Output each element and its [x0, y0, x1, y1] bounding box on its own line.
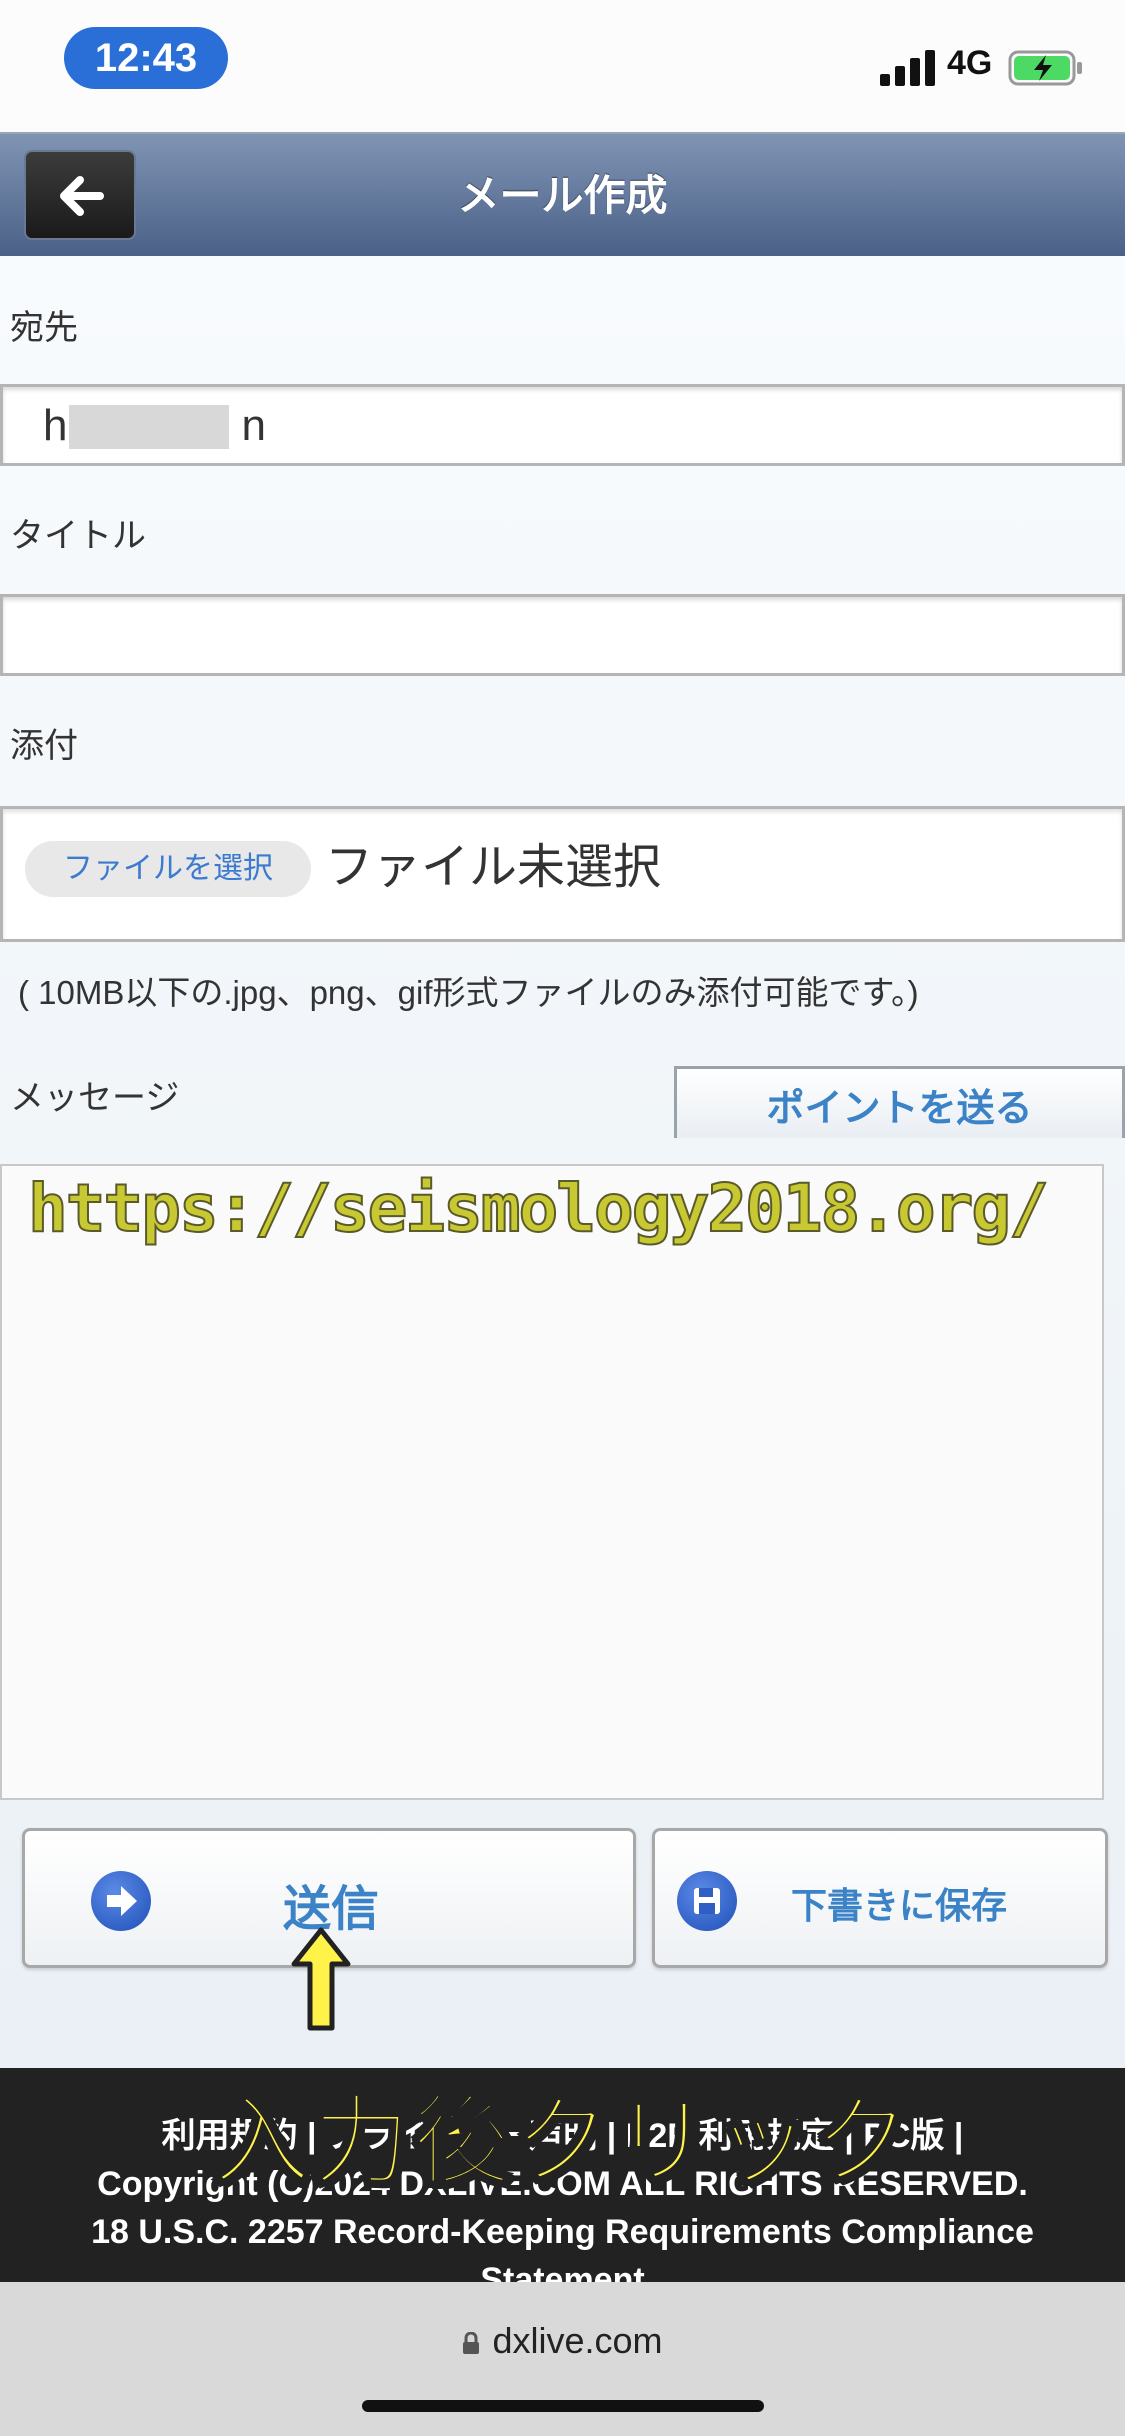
send-points-button[interactable]: ポイントを送る — [674, 1066, 1125, 1138]
signal-icon — [880, 50, 936, 86]
title-input[interactable] — [0, 594, 1125, 676]
home-indicator[interactable] — [362, 2400, 764, 2412]
lock-icon — [463, 2332, 480, 2355]
to-label: 宛先 — [10, 309, 78, 347]
save-draft-button[interactable]: 下書きに保存 — [652, 1828, 1108, 1968]
battery-charging-icon — [1008, 50, 1082, 86]
file-picker: ファイルを選択 ファイル未選択 — [0, 806, 1125, 942]
arrow-right-circle-icon — [91, 1871, 151, 1931]
url-display[interactable]: dxlive.com — [0, 2320, 1125, 2362]
message-label: メッセージ — [10, 1079, 180, 1117]
footer-compliance[interactable]: 18 U.S.C. 2257 Record-Keeping Requiremen… — [0, 2208, 1125, 2256]
status-bar: 12:43 4G — [0, 0, 1125, 132]
to-input[interactable]: hn — [0, 384, 1125, 466]
app-header: メール作成 — [0, 132, 1125, 256]
file-status: ファイル未選択 — [325, 841, 662, 894]
browser-url-bar[interactable]: dxlive.com — [0, 2282, 1125, 2436]
floppy-disk-icon — [677, 1871, 737, 1931]
title-label: タイトル — [10, 517, 146, 555]
save-draft-label: 下書きに保存 — [791, 1885, 1008, 1926]
message-value: https://seismology2018.org/ — [27, 1169, 1050, 1248]
url-domain: dxlive.com — [492, 2320, 663, 2361]
choose-file-button[interactable]: ファイルを選択 — [25, 841, 311, 897]
arrow-up-icon — [291, 1927, 351, 2031]
network-type: 4G — [947, 44, 993, 82]
redaction-block — [69, 405, 229, 449]
footer-statement[interactable]: Statement — [0, 2256, 1125, 2282]
arrow-left-icon — [60, 176, 104, 216]
status-time: 12:43 — [64, 27, 228, 89]
attachment-label: 添付 — [10, 727, 78, 765]
message-textarea[interactable] — [0, 1164, 1104, 1800]
annotation-overlay: 入力後クリック — [211, 2085, 913, 2198]
back-button[interactable] — [24, 150, 136, 240]
attachment-note: ( 10MB以下の.jpg、png、gif形式ファイルのみ添付可能です。) — [18, 974, 919, 1011]
page-title: メール作成 — [457, 172, 668, 219]
